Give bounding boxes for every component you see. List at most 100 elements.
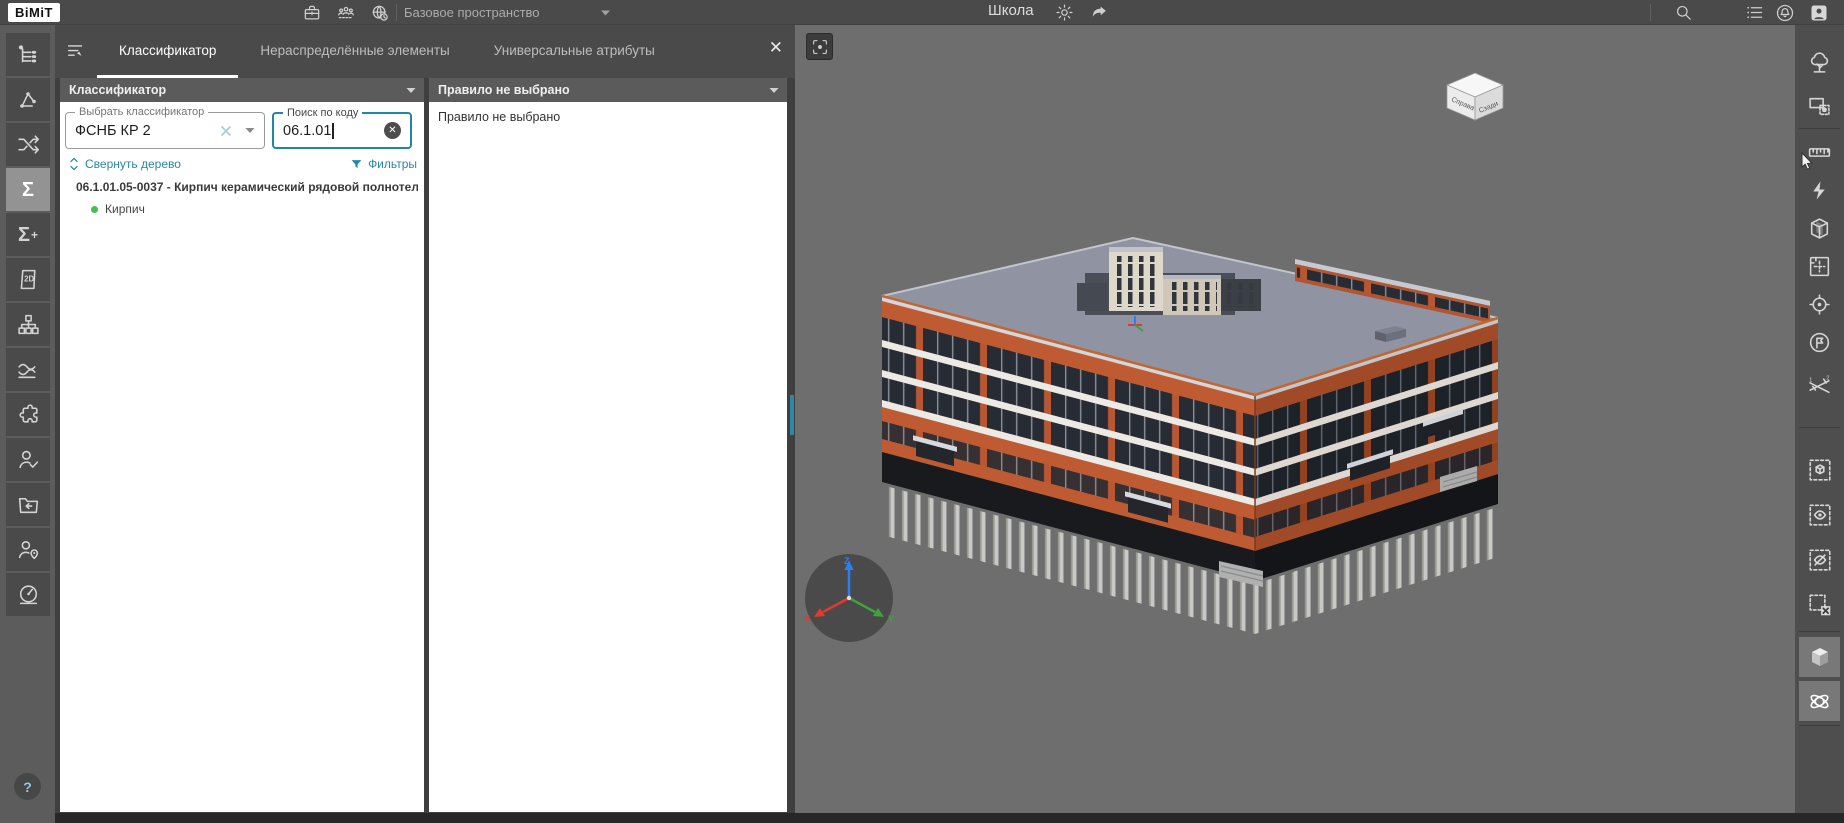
filter-funnel-icon bbox=[351, 159, 362, 168]
svg-text:2: 2 bbox=[1826, 375, 1829, 381]
eye-icon bbox=[1808, 504, 1831, 526]
tool-show-selection[interactable] bbox=[1799, 495, 1840, 535]
focus-frame-icon bbox=[812, 39, 827, 54]
sidebar-item-plugins[interactable] bbox=[6, 393, 50, 436]
tree-child[interactable]: Кирпич bbox=[91, 202, 145, 216]
sidebar-item-dashboards[interactable] bbox=[6, 573, 50, 616]
panel-tabs: Классификатор Нераспределённые элементы … bbox=[97, 25, 677, 78]
panel-menu-icon bbox=[67, 45, 83, 56]
chevron-down-icon bbox=[406, 88, 416, 93]
tool-select-elements[interactable] bbox=[1799, 86, 1840, 126]
tool-section-box[interactable] bbox=[1799, 208, 1840, 248]
building-model bbox=[881, 236, 1499, 634]
sidebar-item-graph-relations[interactable] bbox=[6, 78, 50, 121]
sigma-icon: Σ bbox=[21, 178, 34, 201]
rule-header-label: Правило не выбрано bbox=[438, 83, 570, 97]
code-search-input[interactable]: Поиск по коду 06.1.01 ✕ bbox=[272, 107, 412, 149]
tool-flags[interactable] bbox=[1799, 322, 1840, 362]
tree-icon bbox=[1810, 51, 1829, 73]
app-logo[interactable]: BiMiT bbox=[8, 3, 60, 22]
sidebar-item-documents-2d[interactable]: 2D bbox=[6, 258, 50, 301]
tool-plan-view[interactable] bbox=[1799, 246, 1840, 286]
clear-selection-icon bbox=[1808, 594, 1830, 616]
rule-subpanel-header[interactable]: Правило не выбрано bbox=[429, 78, 787, 102]
mouse-cursor bbox=[1801, 152, 1813, 170]
help-button[interactable]: ? bbox=[14, 773, 41, 800]
workspace-selector[interactable]: Базовое пространство bbox=[404, 0, 611, 25]
bell-icon bbox=[1776, 4, 1794, 21]
clear-classifier-icon[interactable] bbox=[219, 124, 233, 138]
filters-link[interactable]: Фильтры bbox=[350, 157, 417, 171]
axes-cut-icon: 1 2 bbox=[1809, 375, 1830, 393]
viewport-3d[interactable]: Справа Сзади Z X Y bbox=[795, 25, 1795, 813]
sidebar-item-work-breakdown[interactable] bbox=[6, 303, 50, 346]
panel-scrollbar[interactable] bbox=[789, 78, 795, 812]
org-chart-icon bbox=[17, 314, 39, 335]
tool-quick-section[interactable] bbox=[1799, 170, 1840, 210]
view-cube[interactable]: Справа Сзади bbox=[1435, 61, 1515, 125]
puzzle-icon bbox=[18, 404, 38, 423]
panel-tab-bar: Классификатор Нераспределённые элементы … bbox=[55, 25, 795, 78]
panel-scrollbar-thumb[interactable] bbox=[790, 395, 794, 435]
navigation-gizmo[interactable]: Z X Y bbox=[801, 550, 897, 646]
account-button[interactable] bbox=[1808, 2, 1830, 23]
sidebar-item-model-structure[interactable] bbox=[6, 33, 50, 76]
team-icon bbox=[338, 6, 354, 18]
tool-section-axes[interactable]: 1 2 bbox=[1799, 365, 1840, 405]
menu-list-button[interactable] bbox=[1743, 2, 1765, 23]
rule-body: Правило не выбрано bbox=[429, 102, 787, 812]
code-search-label: Поиск по коду bbox=[283, 107, 363, 120]
tool-orbit-mode[interactable] bbox=[1799, 681, 1840, 721]
project-settings-button[interactable] bbox=[1053, 2, 1075, 23]
tool-isolate-selection[interactable] bbox=[1799, 450, 1840, 490]
team-button[interactable] bbox=[335, 2, 357, 23]
bottom-bar bbox=[55, 813, 1844, 823]
panel-menu-button[interactable] bbox=[65, 40, 87, 62]
tool-view-cube-mode[interactable] bbox=[1799, 637, 1840, 677]
share-arrow-icon bbox=[1092, 6, 1106, 17]
sidebar-item-user-locations[interactable] bbox=[6, 528, 50, 571]
collapse-tree-link[interactable]: Свернуть дерево bbox=[68, 157, 181, 171]
tree-node-label: 06.1.01.05-0037 - Кирпич керамический ря… bbox=[76, 180, 418, 194]
classifier-subpanel-header[interactable]: Классификатор bbox=[60, 78, 424, 102]
classifier-select[interactable]: Выбрать классификатор ФСНБ КР 2 bbox=[65, 106, 265, 149]
tab-classifier[interactable]: Классификатор bbox=[97, 25, 239, 78]
rule-empty-text: Правило не выбрано bbox=[438, 110, 561, 124]
takeoff-panel: Классификатор Нераспределённые элементы … bbox=[55, 25, 795, 813]
tool-clear-selection[interactable] bbox=[1799, 585, 1840, 625]
session-button[interactable] bbox=[369, 2, 391, 23]
projects-case-button[interactable] bbox=[301, 2, 323, 23]
sidebar-item-assigned-users[interactable] bbox=[6, 438, 50, 481]
relations-icon bbox=[20, 91, 36, 108]
sidebar-item-mapping[interactable] bbox=[6, 123, 50, 166]
toolbar-divider bbox=[1799, 725, 1840, 726]
classifier-subpanel: Классификатор Выбрать классификатор ФСНБ… bbox=[60, 78, 424, 812]
sidebar-item-quantity-takeoff[interactable]: Σ bbox=[6, 168, 50, 211]
fit-view-button[interactable] bbox=[806, 33, 833, 60]
classifier-select-value: ФСНБ КР 2 bbox=[75, 122, 151, 139]
sidebar-item-quantity-takeoff-add[interactable]: Σ + bbox=[6, 213, 50, 256]
tool-hide-selection[interactable] bbox=[1799, 540, 1840, 580]
sidebar-item-charts[interactable] bbox=[6, 348, 50, 391]
shuffle-icon bbox=[17, 135, 39, 154]
clear-search-button[interactable]: ✕ bbox=[384, 122, 401, 139]
notifications-button[interactable] bbox=[1774, 2, 1796, 23]
search-button[interactable] bbox=[1672, 2, 1694, 23]
classifier-body: Выбрать классификатор ФСНБ КР 2 Поиск по… bbox=[60, 102, 424, 812]
sidebar-item-shared-folders[interactable] bbox=[6, 483, 50, 526]
close-panel-button[interactable]: ✕ bbox=[769, 39, 783, 56]
tree-node[interactable]: 06.1.01.05-0037 - Кирпич керамический ря… bbox=[70, 180, 418, 194]
classifier-header-label: Классификатор bbox=[69, 83, 167, 97]
isolate-cube-icon bbox=[1808, 459, 1831, 481]
tree-actions-row: Свернуть дерево Фильтры bbox=[60, 157, 424, 173]
share-button[interactable] bbox=[1088, 2, 1110, 23]
doc-2d-icon: 2D bbox=[20, 269, 36, 290]
account-icon bbox=[1811, 5, 1827, 20]
tab-universal-attributes[interactable]: Универсальные атрибуты bbox=[472, 25, 677, 78]
tab-unallocated-elements[interactable]: Нераспределённые элементы bbox=[238, 25, 471, 78]
tool-locate-element[interactable] bbox=[1799, 284, 1840, 324]
select-caret-icon[interactable] bbox=[245, 127, 255, 134]
tool-environment-tree[interactable] bbox=[1799, 42, 1840, 82]
chevron-down-icon bbox=[600, 10, 610, 15]
topbar-divider-right bbox=[1650, 4, 1651, 21]
